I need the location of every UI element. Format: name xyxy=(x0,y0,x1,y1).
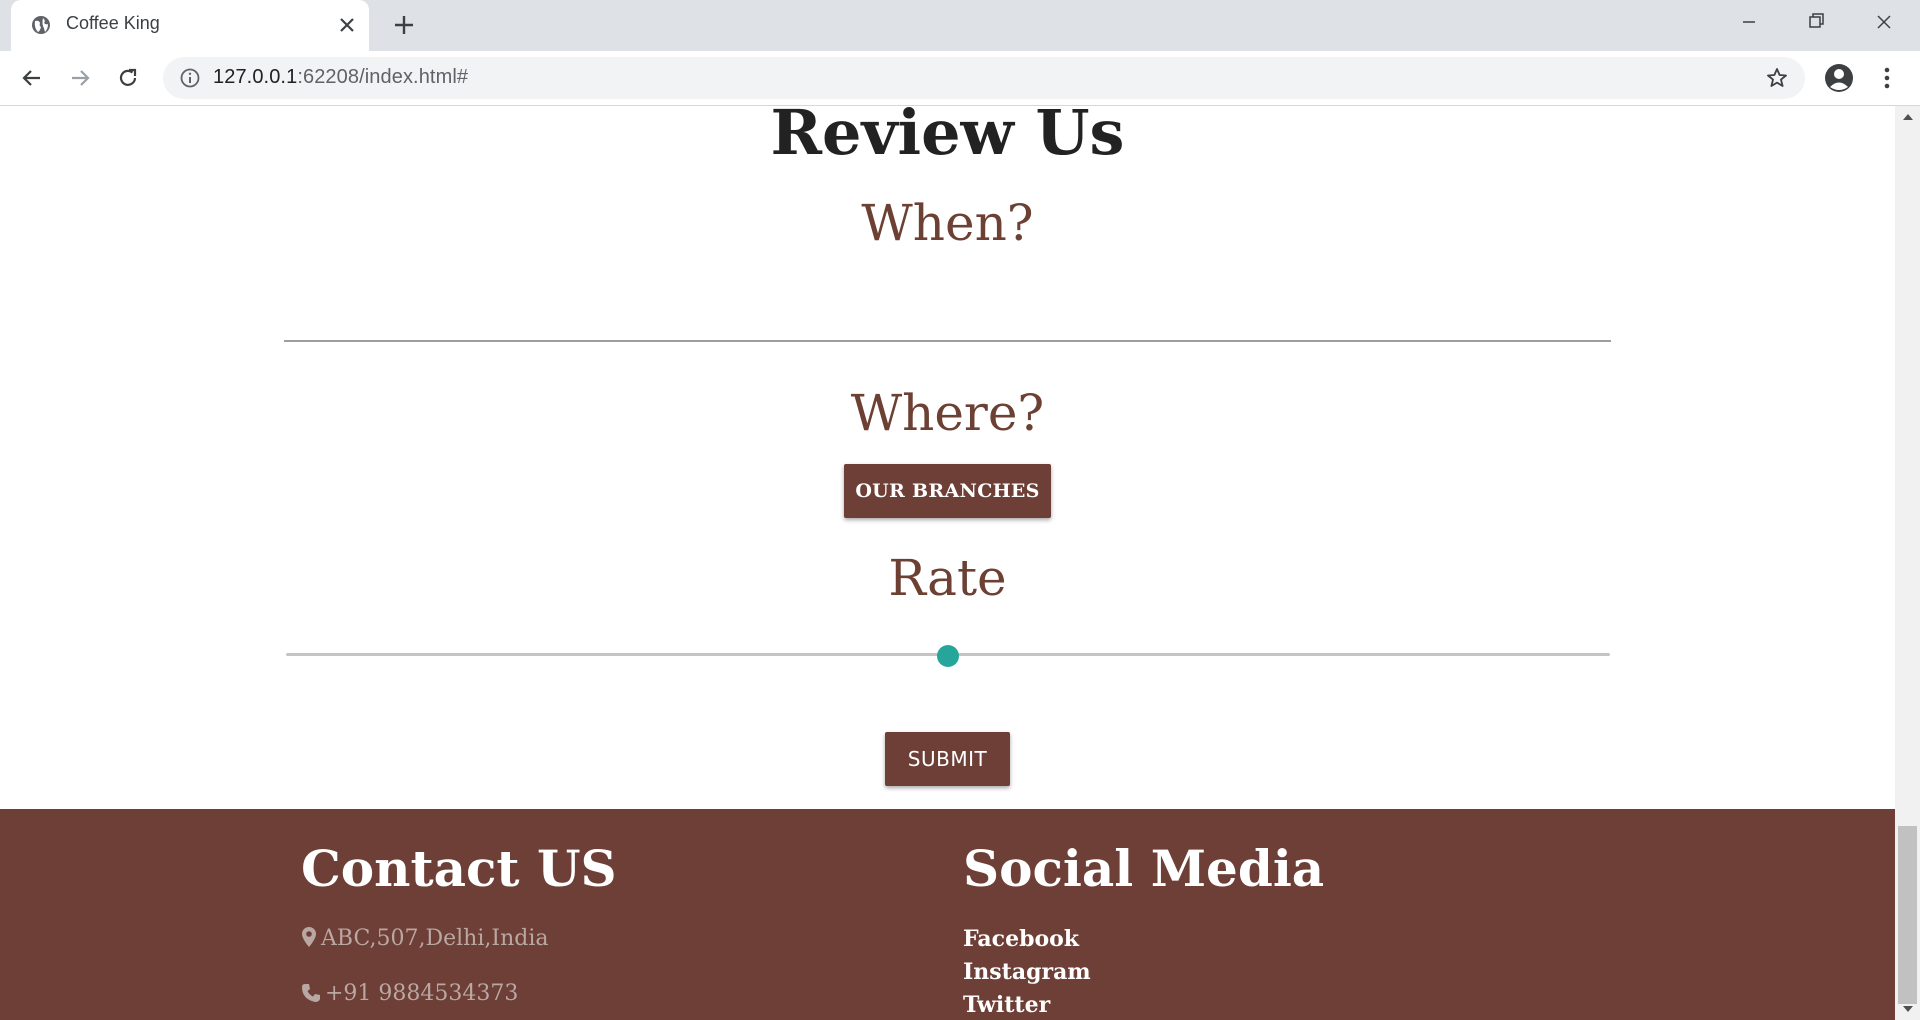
phone-text: +91 9884534373 xyxy=(325,981,519,1006)
phone-icon xyxy=(302,984,320,1002)
where-label: Where? xyxy=(850,384,1045,442)
globe-icon xyxy=(32,16,50,34)
map-marker-icon xyxy=(302,927,316,947)
kebab-menu-icon[interactable] xyxy=(1876,65,1898,91)
contact-title: Contact US xyxy=(301,839,617,898)
our-branches-button[interactable]: OUR BRANCHES xyxy=(844,464,1051,518)
facebook-link[interactable]: Facebook xyxy=(963,926,1079,952)
address-bar[interactable]: 127.0.0.1:62208/index.html# xyxy=(163,57,1805,99)
restore-icon[interactable] xyxy=(1798,8,1834,36)
url-text[interactable]: 127.0.0.1:62208/index.html# xyxy=(213,66,468,89)
address-text: ABC,507,Delhi,India xyxy=(321,926,549,951)
scroll-up-icon[interactable] xyxy=(1903,114,1913,120)
address-line: ABC,507,Delhi,India xyxy=(301,926,548,951)
scrollbar-thumb[interactable] xyxy=(1898,826,1917,1004)
profile-icon[interactable] xyxy=(1824,63,1854,93)
page-viewport: Review Us When? Where? OUR BRANCHES Rate… xyxy=(0,106,1895,1020)
url-host: 127.0.0.1 xyxy=(213,66,298,88)
scroll-down-icon[interactable] xyxy=(1903,1006,1913,1012)
twitter-link[interactable]: Twitter xyxy=(963,992,1050,1018)
star-icon[interactable] xyxy=(1765,66,1789,90)
when-label: When? xyxy=(861,194,1034,252)
window-close-icon[interactable] xyxy=(1866,8,1902,36)
footer: Contact US ABC,507,Delhi,India +91 98845… xyxy=(0,809,1895,1020)
tab-title: Coffee King xyxy=(66,13,160,33)
browser-tab[interactable]: Coffee King xyxy=(11,0,369,51)
review-title: Review Us xyxy=(770,106,1125,169)
reload-icon[interactable] xyxy=(115,65,141,91)
date-input[interactable] xyxy=(284,340,1611,342)
instagram-link[interactable]: Instagram xyxy=(963,959,1091,985)
plus-icon[interactable] xyxy=(391,12,417,38)
social-media-title: Social Media xyxy=(963,839,1325,898)
rate-label: Rate xyxy=(888,549,1007,607)
close-icon[interactable] xyxy=(335,13,359,37)
url-path: :62208/index.html# xyxy=(297,66,469,88)
submit-button[interactable]: SUBMIT xyxy=(885,732,1010,786)
vertical-scrollbar[interactable] xyxy=(1895,106,1920,1020)
arrow-back-icon[interactable] xyxy=(19,65,45,91)
browser-toolbar: 127.0.0.1:62208/index.html# xyxy=(0,51,1920,106)
minimize-icon[interactable] xyxy=(1731,8,1767,36)
rate-slider-thumb[interactable] xyxy=(937,645,959,667)
info-icon[interactable] xyxy=(179,67,201,89)
arrow-forward-icon[interactable] xyxy=(67,65,93,91)
phone-line: +91 9884534373 xyxy=(301,981,518,1006)
tab-strip: Coffee King xyxy=(0,0,1920,51)
